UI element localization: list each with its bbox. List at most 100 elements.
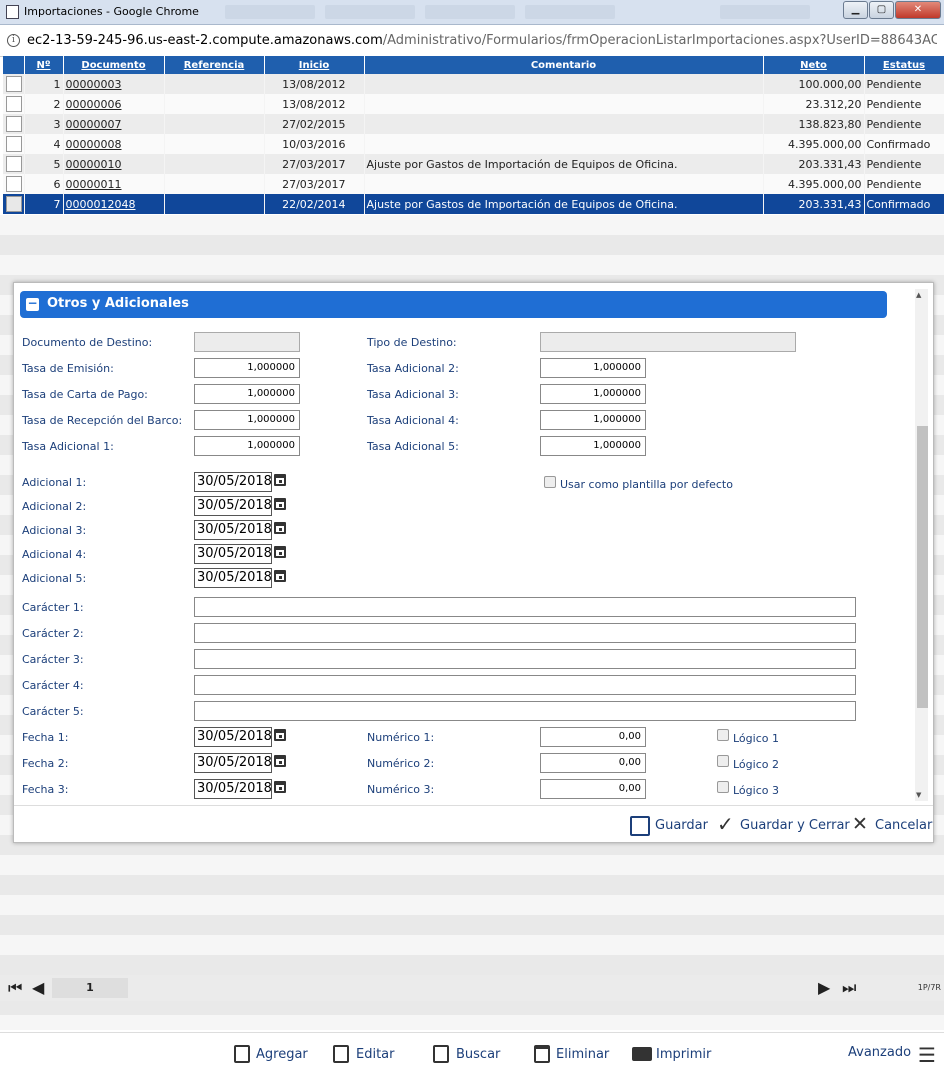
fecha-date-input[interactable]: 30/05/2018 <box>194 779 272 799</box>
menu-icon[interactable]: ☰ <box>918 1043 936 1067</box>
col-numero[interactable]: Nº <box>24 56 64 74</box>
calendar-icon[interactable] <box>274 474 286 486</box>
calendar-icon[interactable] <box>274 781 286 793</box>
print-icon[interactable] <box>632 1047 652 1061</box>
documento-link[interactable]: 00000011 <box>66 178 122 191</box>
logico-checkbox[interactable] <box>717 781 729 793</box>
calendar-icon[interactable] <box>274 498 286 510</box>
fecha-date-input[interactable]: 30/05/2018 <box>194 753 272 773</box>
editar-button[interactable]: Editar <box>356 1047 395 1062</box>
caracter-input[interactable] <box>194 675 856 695</box>
tasa-adicional-3-input[interactable]: 1,000000 <box>540 384 646 404</box>
tasa-recepcion-input[interactable]: 1,000000 <box>194 410 300 430</box>
dialog-scrollbar[interactable]: ▲ ▼ <box>915 289 928 801</box>
trash-icon[interactable] <box>534 1045 550 1063</box>
last-page-icon[interactable]: ⏭ <box>842 978 856 998</box>
dialog-scroll-area[interactable]: − Otros y Adicionales Documento de Desti… <box>14 283 933 805</box>
numerico-input[interactable]: 0,00 <box>540 753 646 773</box>
row-checkbox[interactable] <box>6 196 22 212</box>
maximize-button[interactable]: ▢ <box>869 1 894 19</box>
row-checkbox[interactable] <box>6 116 22 132</box>
table-row[interactable]: 4 00000008 10/03/2016 4.395.000,00 Confirmad… <box>3 134 944 154</box>
calendar-icon[interactable] <box>274 755 286 767</box>
calendar-icon[interactable] <box>274 729 286 741</box>
tasa-adicional-1-input[interactable]: 1,000000 <box>194 436 300 456</box>
panel-header[interactable]: − Otros y Adicionales <box>20 291 887 318</box>
calendar-icon[interactable] <box>274 546 286 558</box>
row-checkbox[interactable] <box>6 136 22 152</box>
fecha-date-input[interactable]: 30/05/2018 <box>194 727 272 747</box>
numerico-input[interactable]: 0,00 <box>540 779 646 799</box>
minimize-button[interactable]: ▁ <box>843 1 868 19</box>
documento-link[interactable]: 00000006 <box>66 98 122 111</box>
plantilla-checkbox[interactable] <box>544 476 556 488</box>
buscar-button[interactable]: Buscar <box>456 1047 500 1062</box>
table-row[interactable]: 1 00000003 13/08/2012 100.000,00 Pendiente <box>3 74 944 94</box>
documento-link[interactable]: 00000010 <box>66 158 122 171</box>
search-icon[interactable] <box>433 1045 449 1063</box>
adicional-date-input[interactable]: 30/05/2018 <box>194 472 272 492</box>
numerico-input[interactable]: 0,00 <box>540 727 646 747</box>
table-row[interactable]: 7 0000012048 22/02/2014 Ajuste por Gastos d… <box>3 194 944 214</box>
add-icon[interactable] <box>234 1045 250 1063</box>
close-icon[interactable]: ✕ <box>852 815 868 834</box>
scrollbar-thumb[interactable] <box>917 426 928 708</box>
table-row[interactable]: 6 00000011 27/03/2017 4.395.000,00 Pendiente <box>3 174 944 194</box>
col-inicio[interactable]: Inicio <box>264 56 365 74</box>
tasa-adicional-4-input[interactable]: 1,000000 <box>540 410 646 430</box>
scroll-down-icon[interactable]: ▼ <box>916 791 921 799</box>
tasa-carta-input[interactable]: 1,000000 <box>194 384 300 404</box>
page-number[interactable]: 1 <box>52 978 128 998</box>
row-checkbox[interactable] <box>6 96 22 112</box>
tasa-emision-input[interactable]: 1,000000 <box>194 358 300 378</box>
caracter-input[interactable] <box>194 623 856 643</box>
next-page-icon[interactable]: ▶ <box>818 978 830 997</box>
logico-checkbox[interactable] <box>717 729 729 741</box>
first-page-icon[interactable]: ⏮ <box>8 978 22 998</box>
col-neto[interactable]: Neto <box>763 56 865 74</box>
documento-link[interactable]: 0000012048 <box>66 198 136 211</box>
adicional-date-input[interactable]: 30/05/2018 <box>194 544 272 564</box>
save-icon[interactable] <box>630 816 650 836</box>
url-text[interactable]: ec2-13-59-245-96.us-east-2.compute.amazo… <box>27 33 937 48</box>
table-row[interactable]: 5 00000010 27/03/2017 Ajuste por Gastos de … <box>3 154 944 174</box>
collapse-icon[interactable]: − <box>26 297 39 311</box>
calendar-icon[interactable] <box>274 522 286 534</box>
agregar-button[interactable]: Agregar <box>256 1047 308 1062</box>
col-estatus[interactable]: Estatus <box>864 56 944 74</box>
prev-page-icon[interactable]: ◀ <box>32 978 44 997</box>
row-checkbox[interactable] <box>6 76 22 92</box>
col-documento[interactable]: Documento <box>63 56 165 74</box>
check-icon[interactable]: ✓ <box>717 814 734 834</box>
edit-icon[interactable] <box>333 1045 349 1063</box>
adicional-date-input[interactable]: 30/05/2018 <box>194 568 272 588</box>
adicional-date-input[interactable]: 30/05/2018 <box>194 520 272 540</box>
imprimir-button[interactable]: Imprimir <box>656 1047 711 1062</box>
documento-link[interactable]: 00000003 <box>66 78 122 91</box>
caracter-input[interactable] <box>194 701 856 721</box>
tasa-adicional-5-input[interactable]: 1,000000 <box>540 436 646 456</box>
info-icon[interactable]: i <box>7 34 20 47</box>
guardar-button[interactable]: Guardar <box>655 818 708 833</box>
caracter-input[interactable] <box>194 597 856 617</box>
guardar-cerrar-button[interactable]: Guardar y Cerrar <box>740 818 850 833</box>
documento-link[interactable]: 00000008 <box>66 138 122 151</box>
documento-link[interactable]: 00000007 <box>66 118 122 131</box>
logico-checkbox[interactable] <box>717 755 729 767</box>
adicional-date-input[interactable]: 30/05/2018 <box>194 496 272 516</box>
col-referencia[interactable]: Referencia <box>164 56 265 74</box>
eliminar-button[interactable]: Eliminar <box>556 1047 609 1062</box>
tasa-adicional-2-input[interactable]: 1,000000 <box>540 358 646 378</box>
calendar-icon[interactable] <box>274 570 286 582</box>
avanzado-button[interactable]: Avanzado <box>848 1045 911 1060</box>
row-checkbox[interactable] <box>6 156 22 172</box>
scroll-up-icon[interactable]: ▲ <box>916 291 921 299</box>
background-tab <box>225 5 315 19</box>
row-checkbox[interactable] <box>6 176 22 192</box>
close-window-button[interactable]: ✕ <box>895 1 941 19</box>
caracter-input[interactable] <box>194 649 856 669</box>
cancelar-button[interactable]: Cancelar <box>875 818 932 833</box>
address-bar[interactable]: i ec2-13-59-245-96.us-east-2.compute.ama… <box>0 25 944 57</box>
table-row[interactable]: 3 00000007 27/02/2015 138.823,80 Pendiente <box>3 114 944 134</box>
table-row[interactable]: 2 00000006 13/08/2012 23.312,20 Pendiente <box>3 94 944 114</box>
